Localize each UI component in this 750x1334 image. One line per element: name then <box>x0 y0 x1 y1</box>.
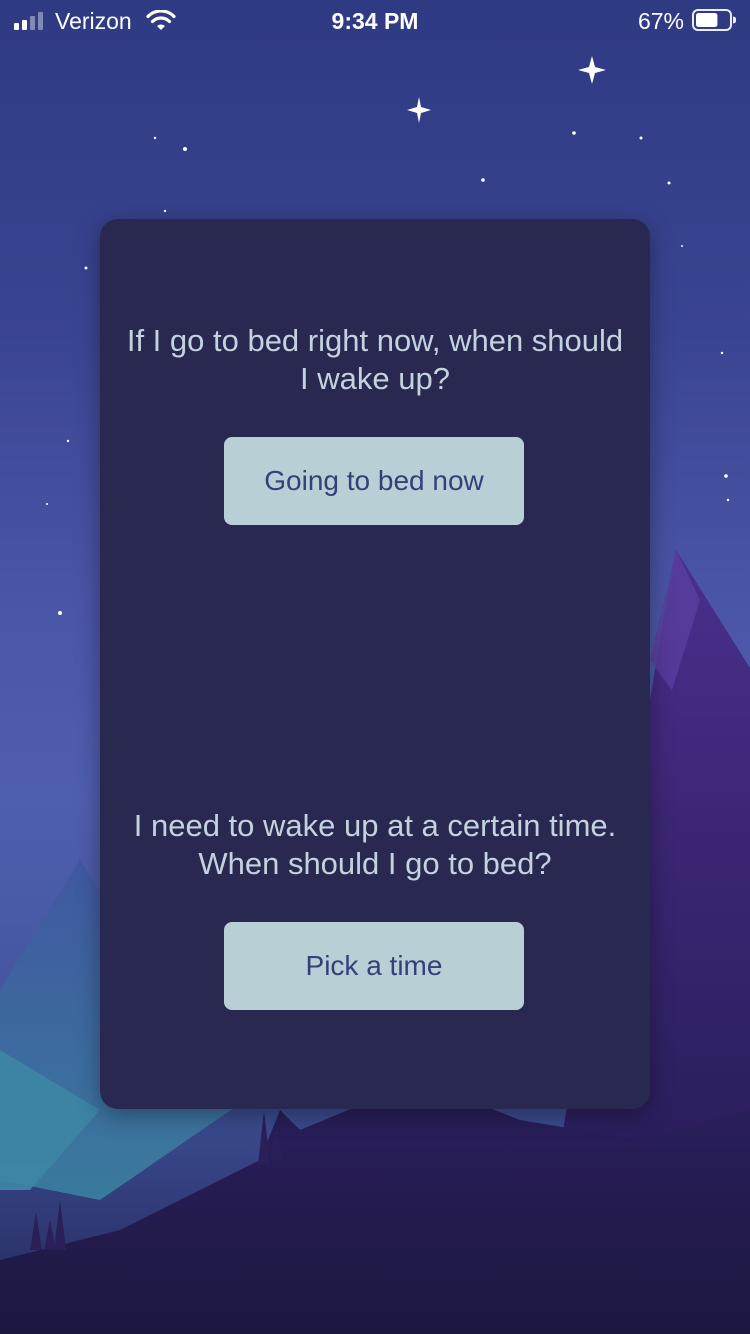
question-wake-time: I need to wake up at a certain time. Whe… <box>133 808 617 881</box>
battery-icon <box>692 9 736 31</box>
battery-percent: 67% <box>637 8 684 34</box>
sleep-options-card: If I go to bed right now, when should I … <box>100 219 650 1109</box>
pick-a-time-button[interactable]: Pick a time <box>224 922 524 1010</box>
going-to-bed-now-button[interactable]: Going to bed now <box>224 437 524 525</box>
app-screen: Verizon 9:34 PM 67% If I go to bed right… <box>0 0 750 1334</box>
status-bar: Verizon 9:34 PM 67% <box>0 0 750 40</box>
question-bed-now: If I go to bed right now, when should I … <box>126 323 624 396</box>
